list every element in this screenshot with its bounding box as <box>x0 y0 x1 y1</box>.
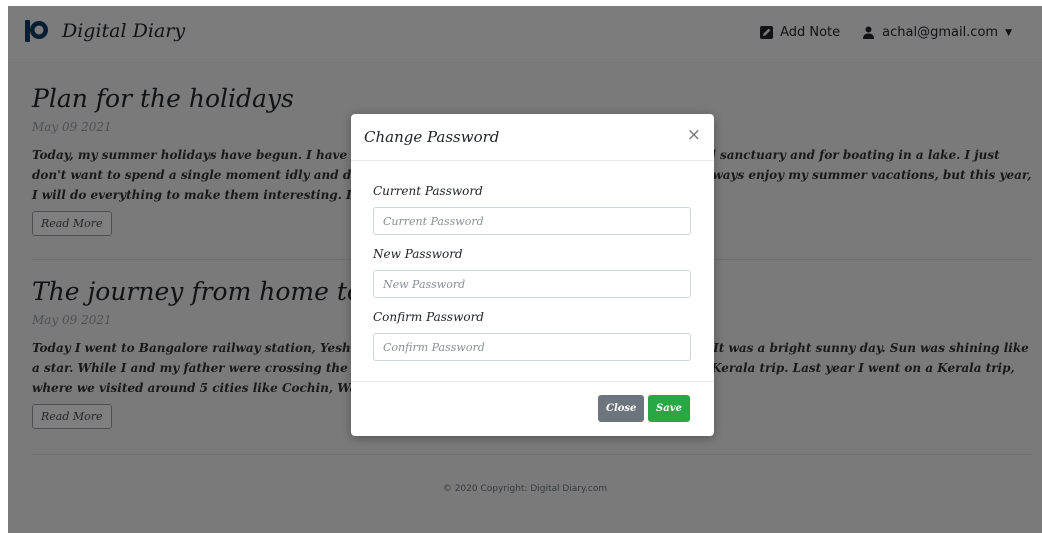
close-button[interactable]: Close <box>598 395 645 422</box>
confirm-password-group: Confirm Password <box>373 310 691 361</box>
change-password-modal: Change Password × Current Password New P… <box>351 114 714 436</box>
current-password-label: Current Password <box>373 184 483 198</box>
new-password-label: New Password <box>373 247 463 261</box>
close-icon[interactable]: × <box>687 125 701 145</box>
current-password-input[interactable] <box>373 207 691 235</box>
confirm-password-input[interactable] <box>373 333 691 361</box>
current-password-group: Current Password <box>373 184 691 235</box>
modal-header: Change Password × <box>351 114 714 161</box>
new-password-input[interactable] <box>373 270 691 298</box>
modal-footer: Close Save <box>351 381 714 437</box>
confirm-password-label: Confirm Password <box>373 310 484 324</box>
modal-title: Change Password <box>364 128 500 146</box>
save-button[interactable]: Save <box>648 395 690 422</box>
new-password-group: New Password <box>373 247 691 298</box>
